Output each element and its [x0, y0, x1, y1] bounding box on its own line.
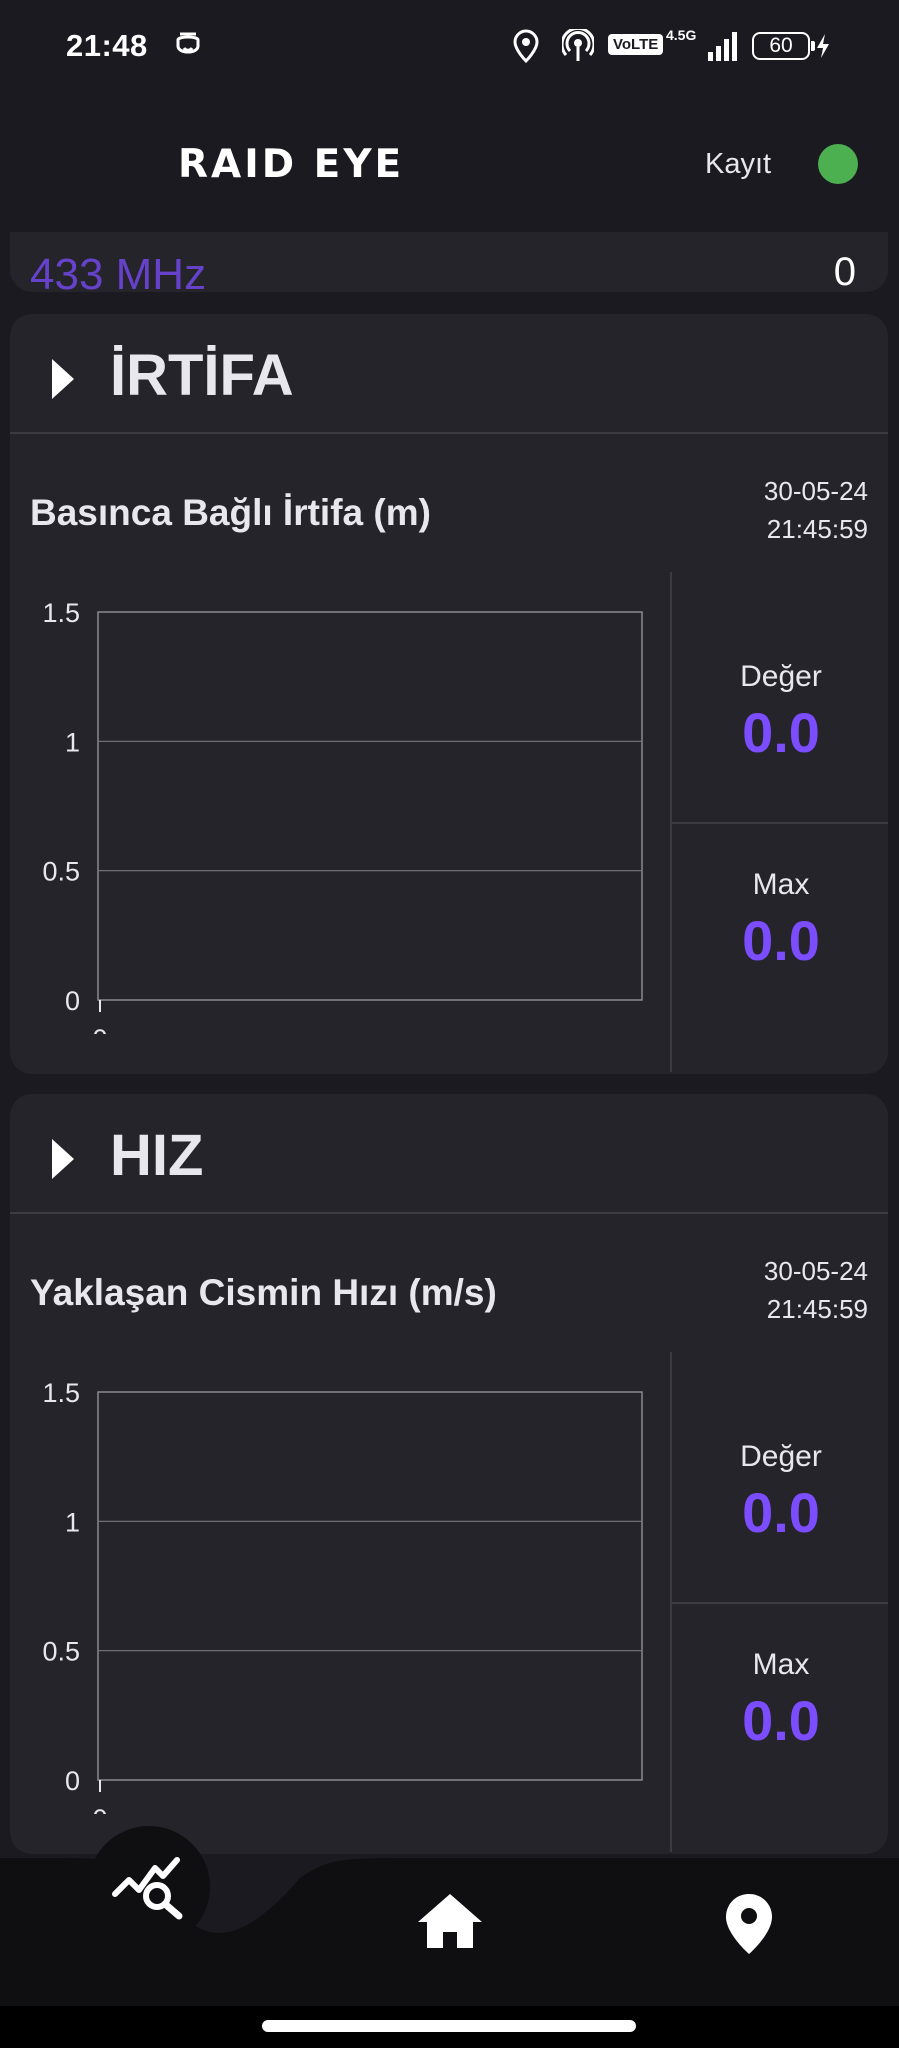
expand-arrow-icon[interactable] — [52, 1139, 74, 1179]
notification-icon — [168, 24, 208, 68]
timestamp-date: 30-05-24 — [763, 476, 868, 506]
battery-indicator: 60 — [752, 32, 815, 60]
app-logo: RAID EYE — [178, 142, 405, 187]
home-icon — [418, 1894, 482, 1948]
max-label: Max — [752, 1648, 810, 1681]
current-value: 0.0 — [742, 701, 820, 764]
current-value: 0.0 — [742, 1481, 820, 1544]
plot-area — [97, 611, 643, 1001]
altitude-stats: Değer 0.0 Max 0.0 — [670, 572, 888, 1072]
max-value: 0.0 — [742, 909, 820, 972]
y-tick-label: 1.5 — [42, 1378, 80, 1408]
max-block: Max 0.0 — [672, 822, 888, 1072]
plot-area — [97, 1391, 643, 1781]
frequency-count: 0 — [833, 250, 856, 294]
altitude-section-header[interactable]: İRTİFA — [10, 314, 888, 434]
speed-card: HIZ Yaklaşan Cismin Hızı (m/s) 30-05-24 … — [10, 1094, 888, 1854]
timestamp-time: 21:45:59 — [766, 1294, 868, 1324]
y-tick-label: 1.5 — [42, 598, 80, 628]
speed-stats: Değer 0.0 Max 0.0 — [670, 1352, 888, 1852]
value-block: Değer 0.0 — [672, 572, 888, 824]
section-title: HIZ — [110, 1123, 204, 1188]
main-content[interactable]: 433 MHz 0 İRTİFA Basınca Bağlı İrtifa (m… — [0, 232, 899, 1872]
y-tick-label: 1 — [65, 727, 80, 757]
frequency-card: 433 MHz 0 — [10, 232, 888, 299]
gesture-handle[interactable] — [262, 2020, 636, 2032]
x-tick-label: 0 — [92, 1024, 107, 1034]
max-value: 0.0 — [742, 1689, 820, 1752]
y-tick-label: 0.5 — [42, 857, 80, 887]
value-label: Değer — [740, 660, 822, 693]
nav-location-button[interactable] — [716, 1884, 782, 1964]
y-tick-label: 0 — [65, 1766, 80, 1796]
network-type: 4.5G — [666, 27, 697, 43]
app-header: RAID EYE Kayıt — [0, 92, 899, 232]
status-bar: 21:48 VoLTE 4.5G 60 — [0, 0, 899, 92]
section-title: İRTİFA — [110, 343, 294, 408]
nav-home-button[interactable] — [408, 1886, 492, 1956]
value-block: Değer 0.0 — [672, 1352, 888, 1604]
value-label: Değer — [740, 1440, 822, 1473]
y-tick-label: 0.5 — [42, 1637, 80, 1667]
expand-arrow-icon[interactable] — [52, 359, 74, 399]
frequency-value: 433 MHz — [30, 250, 207, 299]
speed-section-header[interactable]: HIZ — [10, 1094, 888, 1214]
chart-search-icon — [112, 1857, 183, 1920]
signal-icon — [704, 24, 744, 68]
timestamp: 30-05-24 21:45:59 — [764, 472, 868, 548]
metric-title: Basınca Bağlı İrtifa (m) — [30, 492, 431, 533]
max-block: Max 0.0 — [672, 1602, 888, 1852]
speed-chart: 1.5 1 0.5 0 0 — [42, 1378, 643, 1814]
max-label: Max — [752, 868, 810, 901]
volte-badge: VoLTE — [608, 34, 664, 55]
hotspot-icon — [558, 24, 598, 68]
metric-title: Yaklaşan Cismin Hızı (m/s) — [30, 1272, 497, 1313]
location-icon — [508, 24, 544, 68]
record-label: Kayıt — [705, 148, 772, 180]
y-tick-label: 1 — [65, 1507, 80, 1537]
nav-chart-search-button[interactable] — [88, 1826, 210, 1948]
charging-icon — [812, 24, 834, 68]
status-time: 21:48 — [66, 28, 148, 63]
location-pin-icon — [726, 1894, 772, 1954]
x-tick-label: 0 — [92, 1804, 107, 1814]
timestamp: 30-05-24 21:45:59 — [764, 1252, 868, 1328]
timestamp-date: 30-05-24 — [763, 1256, 868, 1286]
altitude-card: İRTİFA Basınca Bağlı İrtifa (m) 30-05-24… — [10, 314, 888, 1074]
y-tick-label: 0 — [65, 986, 80, 1016]
record-status-indicator[interactable] — [818, 144, 858, 184]
altitude-chart: 1.5 1 0.5 0 0 — [42, 598, 643, 1034]
timestamp-time: 21:45:59 — [766, 514, 868, 544]
